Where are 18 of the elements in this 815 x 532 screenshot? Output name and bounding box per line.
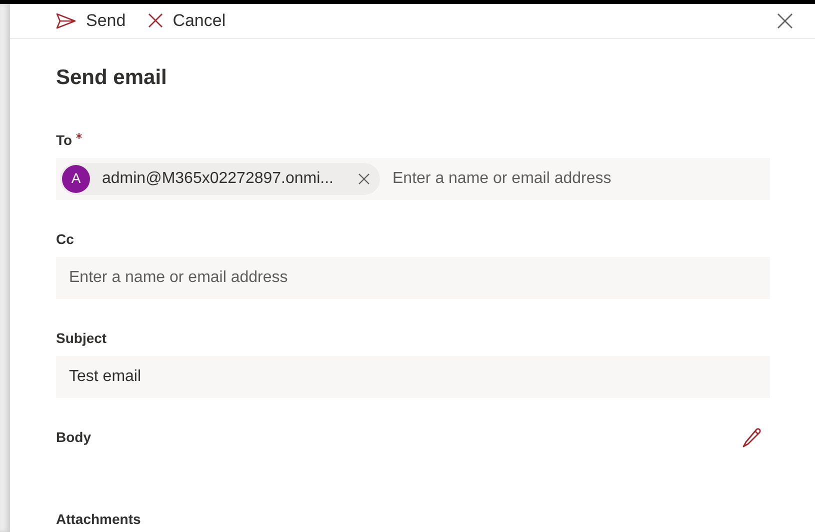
- recipient-address: admin@M365x02272897.onmi...: [102, 168, 334, 189]
- send-icon: [56, 12, 76, 29]
- panel-title: Send email: [56, 64, 168, 90]
- recipient-field[interactable]: Enter a name or email address: [56, 256, 770, 299]
- recipient-field[interactable]: A admin@M365x02272897.onmi... Enter a name or email address: [56, 158, 770, 200]
- send-button[interactable]: Send: [56, 4, 136, 38]
- avatar-icon: A: [62, 164, 90, 193]
- field-label: To: [56, 130, 72, 150]
- recipient-chip[interactable]: A admin@M365x02272897.onmi...: [60, 162, 380, 195]
- field-label: Attachments: [56, 510, 141, 529]
- remove-button[interactable]: [356, 170, 372, 187]
- close-icon: [148, 13, 163, 28]
- field-label: Cc: [56, 230, 74, 249]
- edit-button[interactable]: [741, 426, 763, 449]
- cancel-button[interactable]: Cancel: [148, 4, 236, 38]
- field-label: Body: [56, 428, 91, 447]
- subject-field[interactable]: Test email: [56, 356, 770, 398]
- field-label: Subject: [56, 328, 107, 348]
